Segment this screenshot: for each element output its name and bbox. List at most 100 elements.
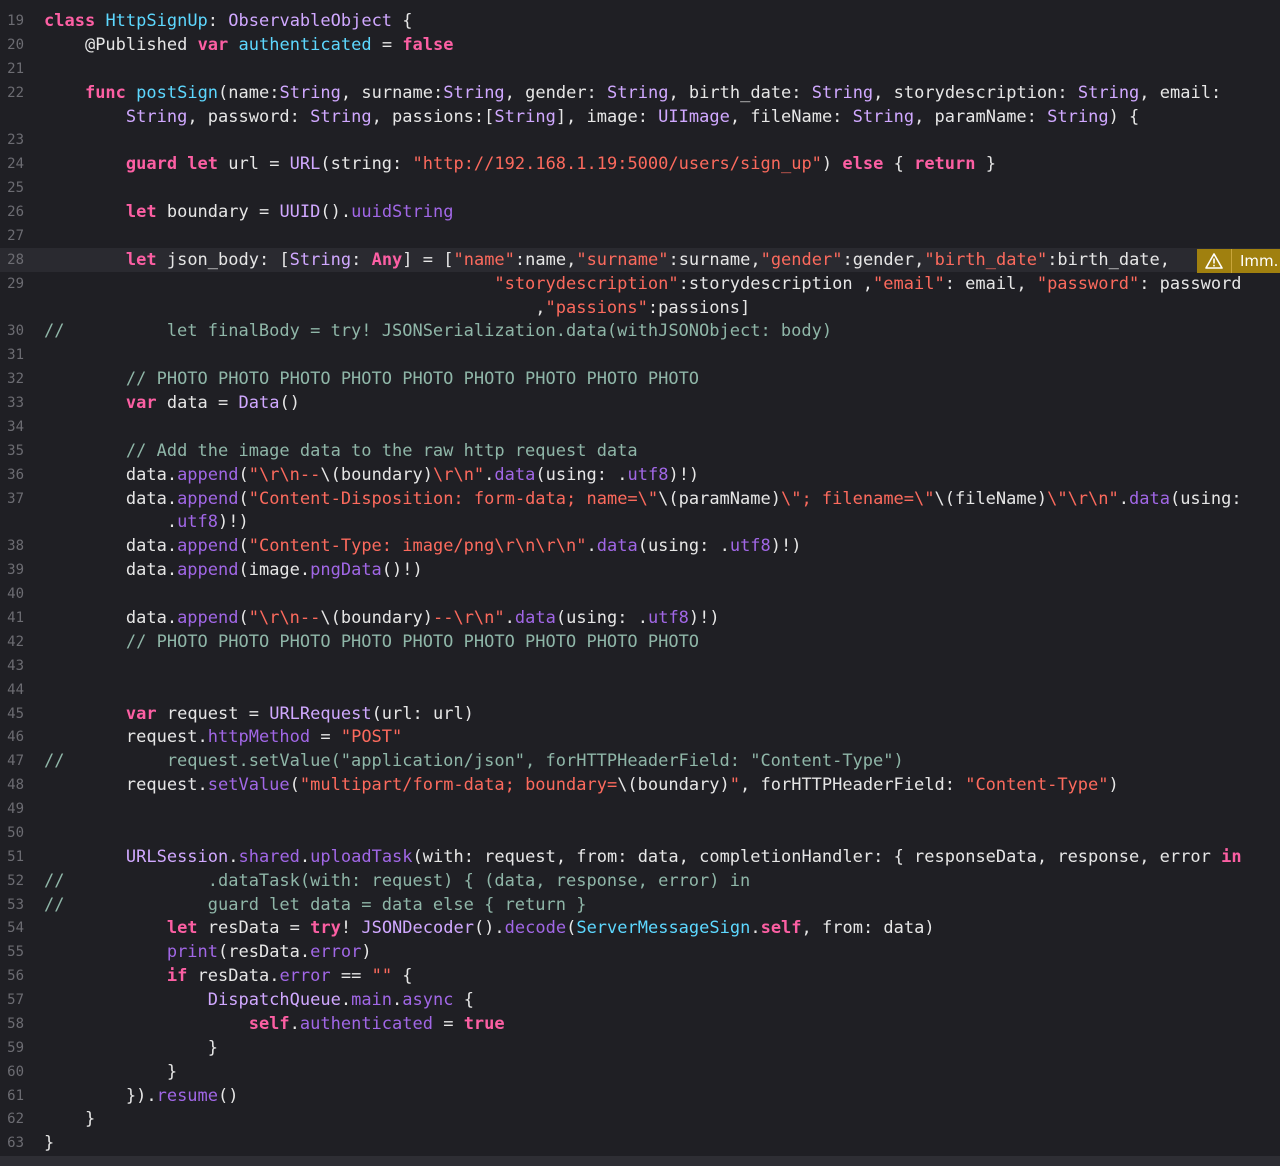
code-text[interactable]: data.append("\r\n--\(boundary)--\r\n".da… [44,606,720,630]
code-text[interactable]: // guard let data = data else { return } [44,893,586,917]
code-text[interactable]: ,"passions":passions] [44,296,750,320]
code-text[interactable]: guard let url = URL(string: "http://192.… [44,152,996,176]
code-line[interactable]: 51 URLSession.shared.uploadTask(with: re… [0,845,1280,869]
line-number: 34 [7,418,24,435]
code-text[interactable]: var data = Data() [44,391,300,415]
code-line[interactable]: 30 // let finalBody = try! JSONSerializat… [0,319,1280,343]
warning-triangle-icon[interactable] [1197,249,1231,273]
code-line[interactable]: 49 [0,797,1280,821]
code-line[interactable]: .utf8)!) [0,510,1280,534]
code-line[interactable]: 20 @Published var authenticated = false [0,33,1280,57]
code-line[interactable]: 44 [0,678,1280,702]
code-line[interactable]: 63} [0,1131,1280,1155]
code-text[interactable]: } [44,1107,95,1131]
code-line[interactable]: 47 // request.setValue("application/json"… [0,749,1280,773]
code-text[interactable]: data.append("\r\n--\(boundary)\r\n".data… [44,463,699,487]
code-line[interactable]: 19 class HttpSignUp: ObservableObject { [0,9,1280,33]
code-text[interactable]: let boundary = UUID().uuidString [44,200,454,224]
code-editor[interactable]: 19 class HttpSignUp: ObservableObject {20… [0,0,1280,1166]
code-line[interactable]: 21 [0,57,1280,81]
code-line[interactable]: 48 request.setValue("multipart/form-data… [0,773,1280,797]
code-line[interactable]: 62 } [0,1107,1280,1131]
code-line[interactable]: 42 // PHOTO PHOTO PHOTO PHOTO PHOTO PHOT… [0,630,1280,654]
line-number [0,105,24,129]
code-line[interactable]: 58 self.authenticated = true [0,1012,1280,1036]
code-line[interactable]: 43 [0,654,1280,678]
code-line[interactable]: 54 let resData = try! JSONDecoder().deco… [0,916,1280,940]
code-line[interactable]: 56 if resData.error == "" { [0,964,1280,988]
code-text[interactable]: data.append(image.pngData()!) [44,558,423,582]
code-line[interactable]: 31 [0,343,1280,367]
code-line[interactable]: 28 let json_body: [String: Any] = ["name… [0,247,1280,272]
code-line[interactable]: ,"passions":passions] [0,296,1280,320]
code-line[interactable]: 29 "storydescription":storydescription ,… [0,272,1280,296]
code-line[interactable]: 33 var data = Data() [0,391,1280,415]
code-text[interactable]: func postSign(name:String, surname:Strin… [44,81,1221,105]
line-number: 48 [7,777,24,794]
warning-label[interactable]: Imm. [1231,249,1280,273]
code-text[interactable]: let resData = try! JSONDecoder().decode(… [44,916,935,940]
code-text[interactable]: // request.setValue("application/json", … [44,749,904,773]
code-line[interactable]: 35 // Add the image data to the raw http… [0,439,1280,463]
code-line[interactable]: 34 [0,415,1280,439]
code-line[interactable]: 60 } [0,1060,1280,1084]
editor-bottom-bar [0,1156,1280,1166]
code-text[interactable]: @Published var authenticated = false [44,33,454,57]
code-line[interactable]: 57 DispatchQueue.main.async { [0,988,1280,1012]
line-number: 31 [7,347,24,364]
code-line[interactable]: 59 } [0,1036,1280,1060]
inline-warning-badge[interactable]: Imm. [1197,249,1280,273]
line-number: 25 [7,180,24,197]
code-text[interactable]: .utf8)!) [44,510,249,534]
line-number: 63 [7,1135,24,1152]
line-number: 53 [7,896,24,913]
code-line[interactable]: 45 var request = URLRequest(url: url) [0,702,1280,726]
code-line[interactable]: 22 func postSign(name:String, surname:St… [0,81,1280,105]
code-line[interactable]: 41 data.append("\r\n--\(boundary)--\r\n"… [0,606,1280,630]
code-text[interactable]: } [44,1036,218,1060]
code-line[interactable]: 50 [0,821,1280,845]
code-text[interactable]: // let finalBody = try! JSONSerializatio… [44,319,832,343]
code-line[interactable]: 40 [0,582,1280,606]
code-text[interactable]: print(resData.error) [44,940,372,964]
code-text[interactable]: data.append("Content-Type: image/png\r\n… [44,534,802,558]
line-number: 24 [7,156,24,173]
code-text[interactable]: self.authenticated = true [44,1012,505,1036]
code-line[interactable]: 25 [0,176,1280,200]
code-line[interactable]: 32 // PHOTO PHOTO PHOTO PHOTO PHOTO PHOT… [0,367,1280,391]
code-text[interactable]: data.append("Content-Disposition: form-d… [44,487,1242,511]
code-text[interactable]: } [44,1131,54,1155]
code-text[interactable]: class HttpSignUp: ObservableObject { [44,9,413,33]
code-text[interactable]: request.setValue("multipart/form-data; b… [44,773,1119,797]
code-text[interactable]: var request = URLRequest(url: url) [44,702,474,726]
code-text[interactable]: request.httpMethod = "POST" [44,725,402,749]
code-line[interactable]: 53 // guard let data = data else { return… [0,893,1280,917]
line-number: 35 [7,442,24,459]
code-text[interactable]: if resData.error == "" { [44,964,413,988]
code-line[interactable]: 38 data.append("Content-Type: image/png\… [0,534,1280,558]
code-line[interactable]: 24 guard let url = URL(string: "http://1… [0,152,1280,176]
code-text[interactable]: URLSession.shared.uploadTask(with: reque… [44,845,1242,869]
code-text[interactable]: "storydescription":storydescription ,"em… [44,272,1241,296]
code-text[interactable]: DispatchQueue.main.async { [44,988,474,1012]
code-text[interactable]: // .dataTask(with: request) { (data, res… [44,869,750,893]
code-line[interactable]: 27 [0,224,1280,248]
code-line[interactable]: 46 request.httpMethod = "POST" [0,725,1280,749]
code-text[interactable]: String, password: String, passions:[Stri… [44,105,1139,129]
code-text[interactable]: let json_body: [String: Any] = ["name":n… [44,248,1170,272]
code-text[interactable]: } [44,1060,177,1084]
code-line[interactable]: 37 data.append("Content-Disposition: for… [0,487,1280,511]
code-line[interactable]: 55 print(resData.error) [0,940,1280,964]
code-text[interactable]: // Add the image data to the raw http re… [44,439,638,463]
code-line[interactable]: 61 }).resume() [0,1084,1280,1108]
code-line[interactable]: 52 // .dataTask(with: request) { (data, r… [0,869,1280,893]
code-line[interactable]: String, password: String, passions:[Stri… [0,105,1280,129]
code-text[interactable]: // PHOTO PHOTO PHOTO PHOTO PHOTO PHOTO P… [44,367,699,391]
code-text[interactable]: // PHOTO PHOTO PHOTO PHOTO PHOTO PHOTO P… [44,630,699,654]
code-line[interactable]: 26 let boundary = UUID().uuidString [0,200,1280,224]
code-text[interactable]: }).resume() [44,1084,239,1108]
code-line[interactable]: 36 data.append("\r\n--\(boundary)\r\n".d… [0,463,1280,487]
code-line[interactable]: 23 [0,128,1280,152]
code-line[interactable]: 39 data.append(image.pngData()!) [0,558,1280,582]
line-number: 40 [7,586,24,603]
